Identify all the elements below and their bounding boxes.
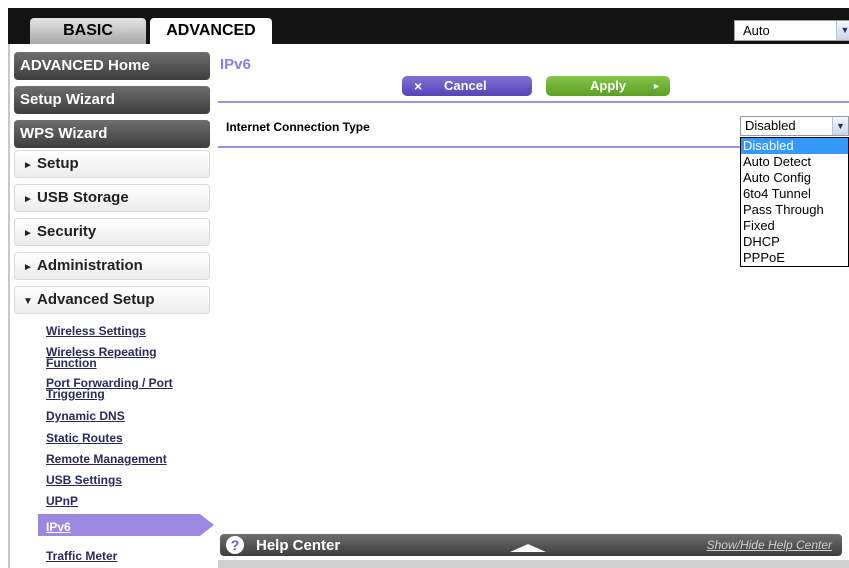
triangle-right-icon: ►: [23, 262, 33, 273]
select-value: Disabled: [745, 118, 796, 133]
sidebar-item-label: Advanced Setup: [37, 291, 155, 308]
close-icon: ×: [414, 78, 423, 94]
sublink-remote-management[interactable]: Remote Management: [46, 453, 167, 465]
top-navigation-bar: BASIC ADVANCED Auto ▼: [8, 8, 849, 44]
dropdown-option-pass-through[interactable]: Pass Through: [741, 202, 848, 218]
cancel-label: Cancel: [444, 78, 487, 93]
triangle-right-icon: ►: [23, 194, 33, 205]
cancel-button[interactable]: × Cancel: [402, 76, 532, 96]
sidebar-item-advanced-home[interactable]: ADVANCED Home: [14, 52, 210, 80]
chevron-down-icon: ▼: [832, 117, 848, 135]
internet-connection-type-select[interactable]: Disabled ▼: [740, 116, 849, 136]
sublink-static-routes[interactable]: Static Routes: [46, 432, 123, 444]
page-title: IPv6: [220, 56, 251, 73]
sublink-wireless-repeating-function[interactable]: Wireless Repeating Function: [46, 346, 186, 369]
dropdown-option-dhcp[interactable]: DHCP: [741, 234, 848, 250]
apply-button[interactable]: Apply ►: [546, 76, 670, 96]
sublink-wireless-settings[interactable]: Wireless Settings: [46, 325, 146, 337]
dropdown-option-6to4-tunnel[interactable]: 6to4 Tunnel: [741, 186, 848, 202]
triangle-right-icon: ►: [23, 160, 33, 171]
bottom-border: [218, 560, 849, 568]
sidebar-item-administration[interactable]: ► Administration: [14, 252, 210, 280]
language-select-value: Auto: [743, 23, 770, 38]
sidebar-item-security[interactable]: ► Security: [14, 218, 210, 246]
arrow-right-icon: ►: [652, 81, 661, 91]
sublink-traffic-meter[interactable]: Traffic Meter: [46, 550, 117, 562]
dropdown-option-pppoe[interactable]: PPPoE: [741, 250, 848, 266]
apply-label: Apply: [590, 78, 627, 93]
sublink-ipv6[interactable]: IPv6: [46, 520, 71, 534]
sidebar-item-advanced-setup[interactable]: ▼ Advanced Setup: [14, 286, 210, 314]
main-content: IPv6 × Cancel Apply ► Internet Connectio…: [218, 44, 849, 568]
sidebar-item-usb-storage[interactable]: ► USB Storage: [14, 184, 210, 212]
dropdown-option-disabled[interactable]: Disabled: [741, 138, 848, 154]
sidebar: ADVANCED Home Setup Wizard WPS Wizard ► S…: [8, 44, 214, 568]
tab-advanced[interactable]: ADVANCED: [150, 18, 272, 44]
internet-connection-type-label: Internet Connection Type: [226, 120, 370, 134]
triangle-right-icon: ►: [23, 228, 33, 239]
sublink-upnp[interactable]: UPnP: [46, 495, 78, 507]
sidebar-item-setup-wizard[interactable]: Setup Wizard: [14, 86, 210, 114]
dropdown-option-fixed[interactable]: Fixed: [741, 218, 848, 234]
sidebar-item-label: Administration: [37, 257, 143, 274]
show-hide-help-link[interactable]: Show/Hide Help Center: [707, 538, 832, 552]
sublink-usb-settings[interactable]: USB Settings: [46, 474, 122, 486]
sidebar-item-setup[interactable]: ► Setup: [14, 150, 210, 178]
sublink-dynamic-dns[interactable]: Dynamic DNS: [46, 410, 125, 422]
language-select[interactable]: Auto ▼: [734, 20, 849, 41]
sidebar-item-wps-wizard[interactable]: WPS Wizard: [14, 120, 210, 148]
tab-basic[interactable]: BASIC: [30, 18, 146, 44]
help-center-bar[interactable]: ? Help Center Show/Hide Help Center: [220, 534, 842, 556]
chevron-down-icon: ▼: [836, 21, 849, 40]
help-center-title: Help Center: [256, 537, 341, 554]
expand-triangle-icon[interactable]: [510, 544, 546, 552]
triangle-down-icon: ▼: [23, 296, 33, 307]
sublink-port-forwarding[interactable]: Port Forwarding / Port Triggering: [46, 377, 196, 400]
divider: [218, 101, 849, 103]
help-icon: ?: [226, 536, 244, 554]
dropdown-option-auto-detect[interactable]: Auto Detect: [741, 154, 848, 170]
sidebar-item-label: USB Storage: [37, 189, 129, 206]
dropdown-option-auto-config[interactable]: Auto Config: [741, 170, 848, 186]
sidebar-item-label: Security: [37, 223, 97, 240]
dropdown-options-list: Disabled Auto Detect Auto Config 6to4 Tu…: [740, 137, 849, 267]
sidebar-item-label: Setup: [37, 155, 79, 172]
